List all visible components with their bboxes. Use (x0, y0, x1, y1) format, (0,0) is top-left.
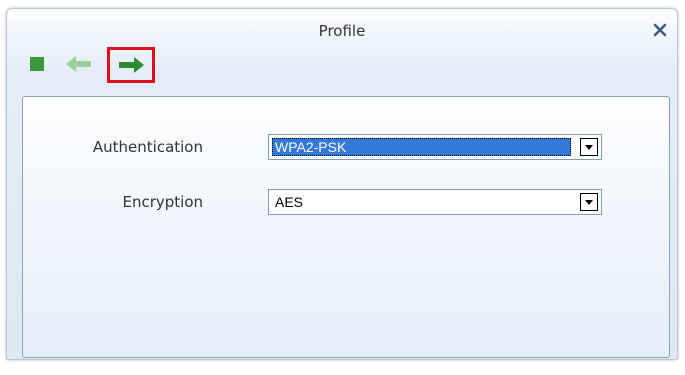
chevron-down-icon[interactable] (580, 193, 598, 211)
next-button[interactable] (107, 47, 155, 83)
stop-button[interactable] (30, 57, 44, 71)
back-arrow-icon (66, 56, 91, 72)
close-button[interactable] (651, 21, 669, 39)
next-arrow-icon (119, 57, 144, 73)
profile-dialog: Profile Authentication WPA2-PSK Encrypti… (6, 8, 678, 360)
close-icon (653, 23, 667, 37)
authentication-label: Authentication (92, 138, 203, 156)
authentication-select[interactable]: WPA2-PSK (268, 134, 602, 160)
back-button[interactable] (65, 54, 93, 74)
encryption-value: AES (275, 194, 304, 210)
encryption-select[interactable]: AES (268, 189, 602, 215)
encryption-label: Encryption (122, 193, 203, 211)
authentication-value: WPA2-PSK (272, 138, 571, 156)
dialog-title: Profile (318, 22, 366, 40)
settings-panel: Authentication WPA2-PSK Encryption AES (22, 96, 670, 358)
chevron-down-icon[interactable] (580, 138, 598, 156)
